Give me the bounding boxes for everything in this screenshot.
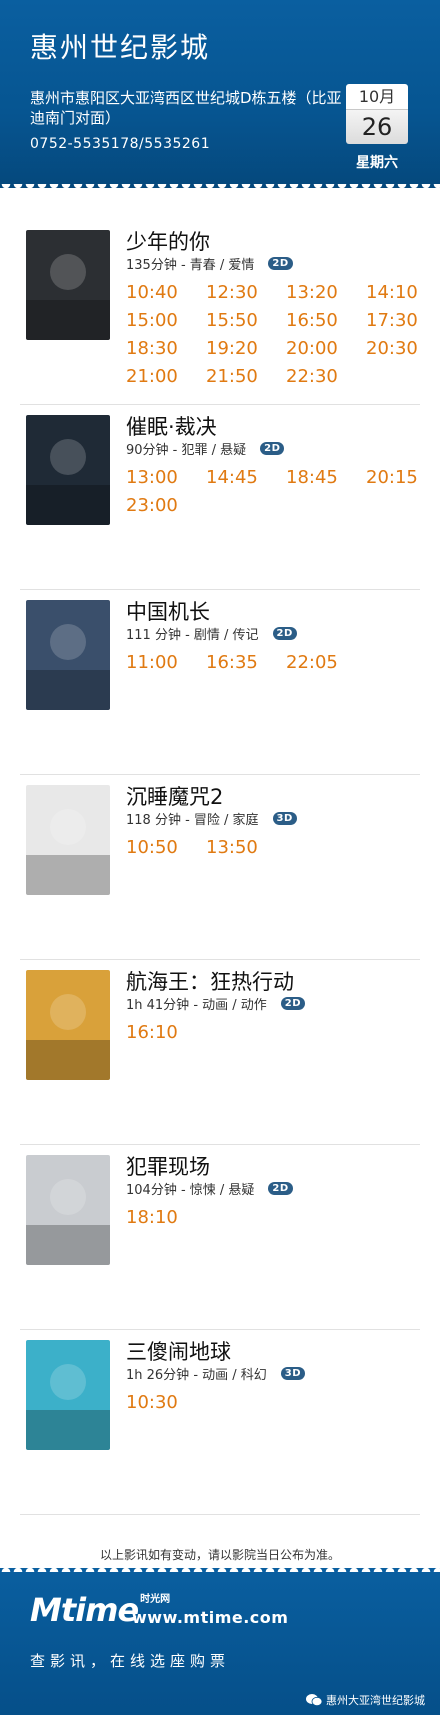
film-title[interactable]: 中国机长 (126, 596, 210, 626)
film-title[interactable]: 催眠·裁决 (126, 411, 217, 441)
film-duration-genre: 135分钟 - 青春 / 爱情 (126, 258, 255, 273)
showtime[interactable]: 15:00 (126, 310, 206, 331)
showtime[interactable]: 21:00 (126, 366, 206, 387)
film-poster[interactable] (26, 415, 110, 525)
showtime[interactable]: 20:30 (366, 338, 440, 359)
film-meta: 1h 41分钟 - 动画 / 动作 2D (126, 994, 306, 1013)
showtime[interactable]: 22:30 (286, 366, 366, 387)
calendar-day: 26 (346, 110, 408, 144)
film-duration-genre: 118 分钟 - 冒险 / 家庭 (126, 813, 259, 828)
showtime[interactable]: 11:00 (126, 652, 206, 673)
showtime[interactable]: 19:20 (206, 338, 286, 359)
film-title[interactable]: 三傻闹地球 (126, 1336, 231, 1366)
header-stamp-edge (0, 184, 440, 196)
film-title[interactable]: 少年的你 (126, 226, 210, 256)
showtime[interactable]: 22:05 (286, 652, 366, 673)
showtime[interactable]: 21:50 (206, 366, 286, 387)
showtime[interactable]: 20:00 (286, 338, 366, 359)
film-meta: 1h 26分钟 - 动画 / 科幻 3D (126, 1364, 306, 1383)
film-poster[interactable] (26, 1155, 110, 1265)
wechat-account: 惠州大亚湾世纪影城 (306, 1692, 425, 1708)
film-poster[interactable] (26, 1340, 110, 1450)
film-poster[interactable] (26, 230, 110, 340)
showtime-list: 13:00 14:45 18:45 20:15 23:00 (126, 467, 418, 516)
showtime-list: 16:10 (126, 1022, 416, 1043)
showtime[interactable]: 16:10 (126, 1022, 206, 1043)
showtime[interactable]: 20:15 (366, 467, 440, 488)
showtime[interactable]: 10:50 (126, 837, 206, 858)
film-item[interactable]: 犯罪现场 104分钟 - 惊悚 / 悬疑 2D 18:10 (20, 1145, 420, 1330)
showtime-list: 10:40 12:30 13:20 14:10 15:00 15:50 16:50 17:30… (126, 282, 418, 387)
film-item[interactable]: 沉睡魔咒2 118 分钟 - 冒险 / 家庭 3D 10:50 13:50 (20, 775, 420, 960)
showtime-list: 18:10 (126, 1207, 416, 1228)
showtime[interactable]: 13:00 (126, 467, 206, 488)
footer: Mtime 时光网 www.mtime.com 查影讯，在线选座购票 惠州大亚湾… (0, 1568, 440, 1715)
film-meta: 111 分钟 - 剧情 / 传记 2D (126, 624, 297, 643)
showtime-list: 11:00 16:35 22:05 (126, 652, 416, 673)
format-badge: 2D (268, 1182, 293, 1195)
film-item[interactable]: 少年的你 135分钟 - 青春 / 爱情 2D 10:40 12:30 13:20 1… (20, 220, 420, 405)
showtime[interactable]: 10:40 (126, 282, 206, 303)
cinema-phone[interactable]: 0752-5535178/5535261 (30, 136, 210, 152)
format-badge: 3D (272, 812, 297, 825)
date-calendar: 10月 26 星期六 (346, 84, 408, 172)
showtime[interactable]: 18:10 (126, 1207, 206, 1228)
showtime[interactable]: 16:35 (206, 652, 286, 673)
showtime[interactable]: 16:50 (286, 310, 366, 331)
showtime[interactable]: 23:00 (126, 495, 206, 516)
showtime[interactable]: 14:45 (206, 467, 286, 488)
film-poster[interactable] (26, 600, 110, 710)
film-title[interactable]: 航海王：狂热行动 (126, 966, 294, 996)
film-duration-genre: 104分钟 - 惊悚 / 悬疑 (126, 1183, 255, 1198)
format-badge: 2D (280, 997, 306, 1010)
mtime-logo-cn: 时光网 (140, 1594, 171, 1605)
film-meta: 118 分钟 - 冒险 / 家庭 3D (126, 809, 297, 828)
mtime-logo-mark: Mtime (30, 1591, 139, 1629)
format-badge: 2D (260, 442, 285, 455)
film-poster[interactable] (26, 785, 110, 895)
showtime[interactable]: 15:50 (206, 310, 286, 331)
film-item[interactable]: 三傻闹地球 1h 26分钟 - 动画 / 科幻 3D 10:30 (20, 1330, 420, 1515)
film-item[interactable]: 催眠·裁决 90分钟 - 犯罪 / 悬疑 2D 13:00 14:45 18:45 2… (20, 405, 420, 590)
cinema-address: 惠州市惠阳区大亚湾西区世纪城D栋五楼（比亚迪南门对面） (30, 89, 342, 127)
header: 惠州世纪影城 惠州市惠阳区大亚湾西区世纪城D栋五楼（比亚迪南门对面） 0752-… (0, 0, 440, 188)
showtime[interactable]: 14:10 (366, 282, 440, 303)
film-duration-genre: 1h 41分钟 - 动画 / 动作 (126, 998, 267, 1013)
wechat-icon (306, 1694, 322, 1706)
showtime-list: 10:30 (126, 1392, 416, 1413)
footer-slogan: 查影讯，在线选座购票 (30, 1652, 231, 1670)
calendar-month: 10月 (346, 84, 408, 110)
format-badge: 3D (280, 1367, 306, 1380)
film-poster[interactable] (26, 970, 110, 1080)
film-item[interactable]: 航海王：狂热行动 1h 41分钟 - 动画 / 动作 2D 16:10 (20, 960, 420, 1145)
showtime[interactable]: 13:20 (286, 282, 366, 303)
calendar-weekday: 星期六 (356, 155, 398, 171)
film-meta: 90分钟 - 犯罪 / 悬疑 2D (126, 439, 285, 458)
showtime[interactable]: 18:30 (126, 338, 206, 359)
footer-stamp-edge (0, 1560, 440, 1572)
showtime[interactable]: 13:50 (206, 837, 286, 858)
showtime[interactable]: 12:30 (206, 282, 286, 303)
showtime[interactable]: 17:30 (366, 310, 440, 331)
format-badge: 2D (268, 257, 293, 270)
film-duration-genre: 90分钟 - 犯罪 / 悬疑 (126, 443, 247, 458)
showtime[interactable]: 18:45 (286, 467, 366, 488)
film-item[interactable]: 中国机长 111 分钟 - 剧情 / 传记 2D 11:00 16:35 22:05 (20, 590, 420, 775)
film-list: 少年的你 135分钟 - 青春 / 爱情 2D 10:40 12:30 13:20 1… (20, 220, 420, 1515)
format-badge: 2D (272, 627, 297, 640)
wechat-account-name: 惠州大亚湾世纪影城 (326, 1694, 425, 1707)
film-meta: 135分钟 - 青春 / 爱情 2D (126, 254, 293, 273)
showtime[interactable]: 10:30 (126, 1392, 206, 1413)
film-title[interactable]: 沉睡魔咒2 (126, 781, 223, 811)
film-meta: 104分钟 - 惊悚 / 悬疑 2D (126, 1179, 293, 1198)
site-url-link[interactable]: www.mtime.com (132, 1608, 288, 1627)
showtime-list: 10:50 13:50 (126, 837, 416, 858)
film-duration-genre: 111 分钟 - 剧情 / 传记 (126, 628, 259, 643)
film-duration-genre: 1h 26分钟 - 动画 / 科幻 (126, 1368, 267, 1383)
cinema-name: 惠州世纪影城 (30, 31, 211, 64)
film-title[interactable]: 犯罪现场 (126, 1151, 210, 1181)
